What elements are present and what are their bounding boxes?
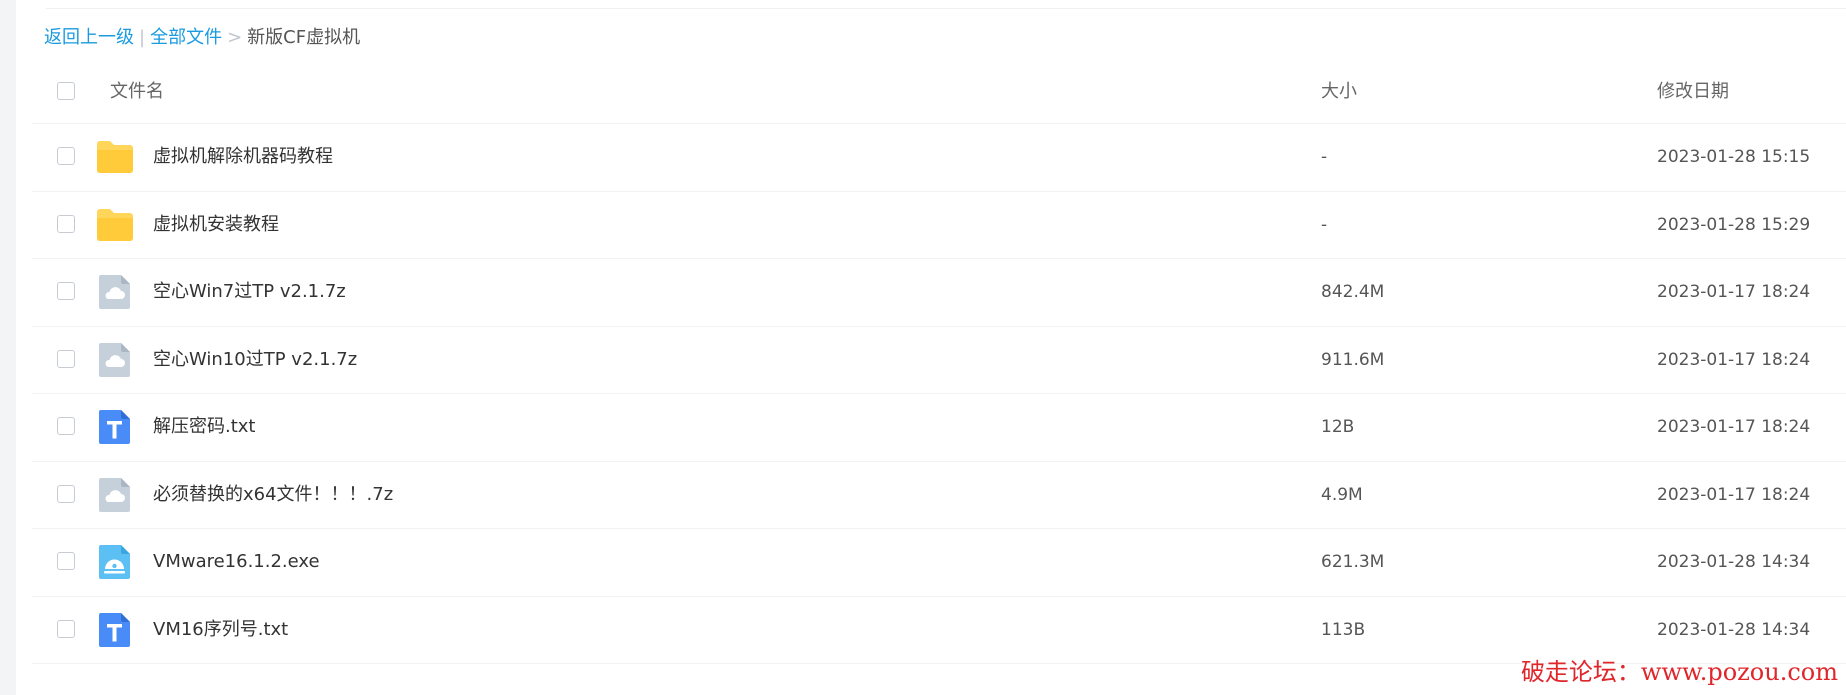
file-date: 2023-01-17 18:24 [1657, 282, 1811, 303]
file-row[interactable]: VM16序列号.txt 113B 2023-01-28 14:34 [32, 597, 1846, 664]
watermark: 破走论坛：www.pozou.com [1520, 658, 1838, 686]
file-row[interactable]: 空心Win10过TP v2.1.7z 911.6M 2023-01-17 18:24 [32, 327, 1846, 394]
file-size: 621.3M [1321, 552, 1385, 573]
all-files-link[interactable]: 全部文件 [150, 27, 222, 48]
file-name[interactable]: 虚拟机解除机器码教程 [153, 145, 333, 169]
folder-icon [95, 139, 135, 175]
file-row[interactable]: VMware16.1.2.exe 621.3M 2023-01-28 14:34 [32, 529, 1846, 597]
file-size: - [1321, 214, 1328, 235]
file-row[interactable]: 空心Win7过TP v2.1.7z 842.4M 2023-01-17 18:24 [32, 259, 1846, 327]
archive-icon [95, 274, 135, 310]
file-name[interactable]: 必须替换的x64文件！！！.7z [153, 483, 393, 507]
file-checkbox[interactable] [57, 349, 75, 368]
file-name[interactable]: 空心Win10过TP v2.1.7z [153, 348, 357, 372]
file-date: 2023-01-17 18:24 [1657, 349, 1811, 370]
file-date: 2023-01-28 14:34 [1657, 552, 1811, 573]
file-checkbox[interactable] [57, 619, 75, 638]
top-divider [46, 8, 1846, 9]
file-size: 4.9M [1321, 484, 1363, 505]
file-row[interactable]: 必须替换的x64文件！！！.7z 4.9M 2023-01-17 18:24 [32, 462, 1846, 529]
text-file-icon [95, 612, 135, 648]
file-name[interactable]: 解压密码.txt [153, 415, 256, 439]
file-checkbox[interactable] [57, 147, 75, 166]
file-list: 文件名 大小 修改日期 虚拟机解除机器码教程 -2023-01-28 15:15 虚… [32, 61, 1846, 664]
file-row[interactable]: 虚拟机解除机器码教程 - 2023-01-28 15:15 [32, 124, 1846, 192]
exe-file-icon [95, 544, 135, 580]
file-size: 113B [1321, 619, 1366, 640]
folder-icon [95, 207, 135, 243]
file-checkbox[interactable] [57, 484, 75, 503]
file-size: 911.6M [1321, 349, 1385, 370]
file-row[interactable]: 虚拟机安装教程 - 2023-01-28 15:29 [32, 192, 1846, 259]
text-file-icon [95, 409, 135, 445]
file-checkbox[interactable] [57, 214, 75, 233]
column-header-size[interactable]: 大小 [1321, 80, 1357, 104]
archive-icon [95, 342, 135, 378]
current-folder: 新版CF虚拟机 [247, 27, 361, 48]
select-all-checkbox[interactable] [57, 82, 75, 100]
file-date: 2023-01-28 15:15 [1657, 147, 1811, 168]
file-name[interactable]: 空心Win7过TP v2.1.7z [153, 280, 346, 304]
breadcrumb-arrow: > [227, 27, 243, 48]
back-link[interactable]: 返回上一级 [44, 27, 134, 48]
file-checkbox[interactable] [57, 417, 75, 436]
file-list-header: 文件名 大小 修改日期 [32, 61, 1846, 124]
file-date: 2023-01-28 15:29 [1657, 214, 1811, 235]
file-name[interactable]: 虚拟机安装教程 [153, 213, 279, 237]
file-browser-panel: 返回上一级 | 全部文件 > 新版CF虚拟机 文件名 大小 修改日期 虚拟机解除机器码教… [16, 0, 1846, 695]
column-header-date[interactable]: 修改日期 [1657, 80, 1729, 104]
file-size: 12B [1321, 417, 1355, 438]
file-date: 2023-01-17 18:24 [1657, 484, 1811, 505]
file-row[interactable]: 解压密码.txt 12B 2023-01-17 18:24 [32, 394, 1846, 462]
file-name[interactable]: VMware16.1.2.exe [153, 550, 320, 574]
breadcrumb: 返回上一级 | 全部文件 > 新版CF虚拟机 [44, 26, 360, 50]
file-date: 2023-01-28 14:34 [1657, 619, 1811, 640]
file-checkbox[interactable] [57, 552, 75, 571]
column-header-name[interactable]: 文件名 [110, 80, 164, 104]
file-size: 842.4M [1321, 282, 1385, 303]
file-checkbox[interactable] [57, 282, 75, 301]
breadcrumb-separator: | [139, 27, 146, 48]
file-size: - [1321, 147, 1328, 168]
archive-icon [95, 477, 135, 513]
file-date: 2023-01-17 18:24 [1657, 417, 1811, 438]
file-name[interactable]: VM16序列号.txt [153, 618, 288, 642]
